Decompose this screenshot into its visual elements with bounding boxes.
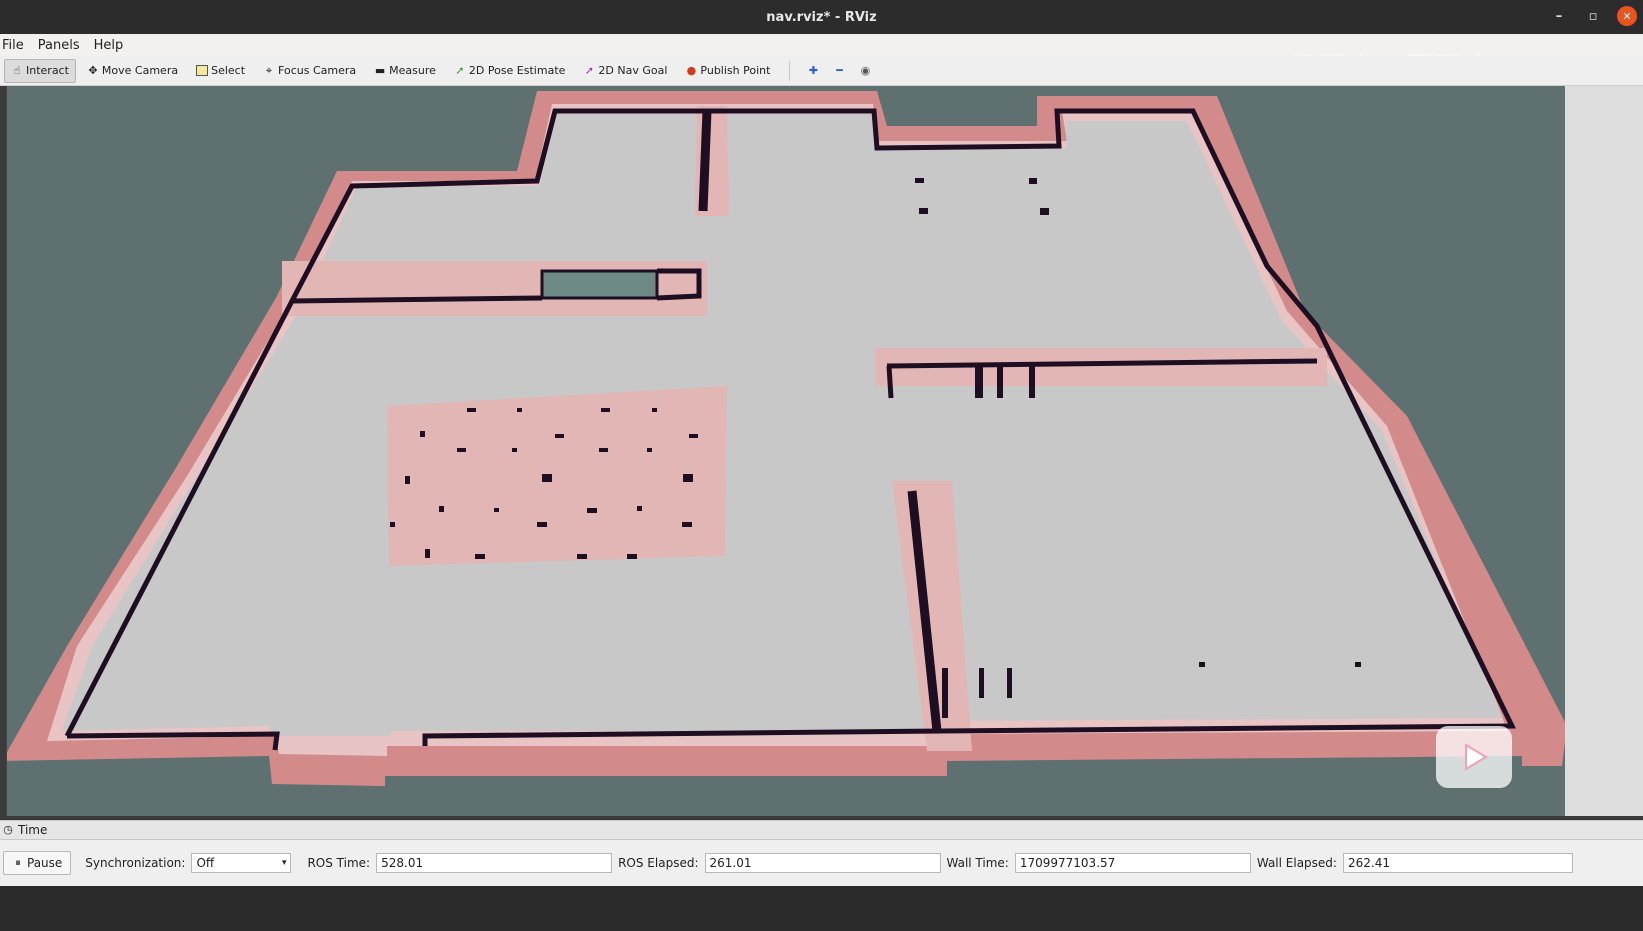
chevron-down-icon: ▾ [281,858,287,868]
eye-icon[interactable]: ◉ [854,60,876,82]
focus-camera-icon: ⌖ [265,63,273,77]
pause-label: Pause [27,856,63,870]
wall-time-label: Wall Time: [946,856,1009,870]
render-viewport[interactable] [6,86,1566,816]
wall-time-value: 1709977103.57 [1019,856,1116,870]
menu-panels[interactable]: Panels [38,38,80,53]
pause-button[interactable]: ⏸ Pause [3,851,72,875]
pause-icon: ⏸ [15,856,21,869]
wall-time-field[interactable]: 1709977103.57 [1014,853,1251,873]
occupancy-map [7,91,1566,786]
window-title: nav.rviz* - RViz [766,9,877,25]
tool-label: 2D Pose Estimate [468,64,566,77]
maximize-icon[interactable]: ▫ [1583,6,1603,26]
window-titlebar: nav.rviz* - RViz – ▫ ✕ [0,0,1643,34]
wall-elapsed-label: Wall Elapsed: [1256,856,1337,870]
map-pin-icon: ● [686,63,697,77]
tool-2d-nav-goal[interactable]: ➚ 2D Nav Goal [576,59,674,83]
tool-publish-point[interactable]: ● Publish Point [678,59,777,83]
tool-label: Move Camera [101,64,179,77]
tool-focus-camera[interactable]: ⌖ Focus Camera [256,59,363,83]
tool-label: Select [211,64,246,77]
tool-select[interactable]: Select [189,59,252,83]
move-camera-icon: ✥ [88,63,98,77]
tool-label: Publish Point [700,64,771,77]
menu-help[interactable]: Help [94,38,124,53]
ruler-icon: ▬ [374,63,386,77]
tool-label: 2D Nav Goal [598,64,668,77]
right-panel-edge [1565,86,1643,816]
sync-value: Off [196,856,215,870]
minimize-icon[interactable]: – [1549,6,1569,26]
tool-measure[interactable]: ▬ Measure [367,59,443,83]
bottom-edge [0,886,1643,931]
tool-interact[interactable]: ☝ Interact [4,58,76,83]
toolbar-separator [789,60,791,81]
tool-label: Focus Camera [278,64,357,77]
ros-elapsed-value: 261.01 [709,856,752,870]
ros-time-value: 528.01 [381,856,424,870]
video-logo-badge [1436,726,1512,788]
ros-elapsed-label: ROS Elapsed: [618,856,699,870]
tool-2d-pose-estimate[interactable]: ➚ 2D Pose Estimate [447,59,573,83]
tool-label: Measure [389,64,436,77]
wall-elapsed-value: 262.41 [1347,856,1390,870]
tools-toolbar: ☝ Interact ✥ Move Camera Select ⌖ Focus … [0,56,1643,86]
tool-move-camera[interactable]: ✥ Move Camera [80,59,185,83]
add-tool-icon[interactable]: ✚ [802,60,824,82]
sync-select[interactable]: Off ▾ [191,853,292,873]
pose-estimate-arrow-icon: ➚ [455,63,465,77]
time-panel: ⏸ Pause Synchronization: Off ▾ ROS Time:… [0,840,1643,886]
clock-icon: ◷ [3,823,13,836]
nav-goal-arrow-icon: ➚ [584,63,595,77]
wall-elapsed-field[interactable]: 262.41 [1342,853,1573,873]
sync-label: Synchronization: [85,856,186,870]
ros-elapsed-field[interactable]: 261.01 [704,853,941,873]
close-icon[interactable]: ✕ [1617,6,1637,26]
ros-time-label: ROS Time: [307,856,371,870]
menu-file[interactable]: File [2,38,24,53]
tool-label: Interact [26,64,69,77]
window-strip [540,269,659,300]
time-panel-header: ◷ Time [0,820,1643,840]
ros-time-field[interactable]: 528.01 [376,853,613,873]
select-box-icon [196,65,209,76]
remove-tool-icon[interactable]: ━ [828,60,850,82]
time-panel-title: Time [18,823,48,837]
hand-pointer-icon: ☝ [13,63,21,77]
free-space [62,114,1502,736]
play-icon [1465,743,1488,771]
